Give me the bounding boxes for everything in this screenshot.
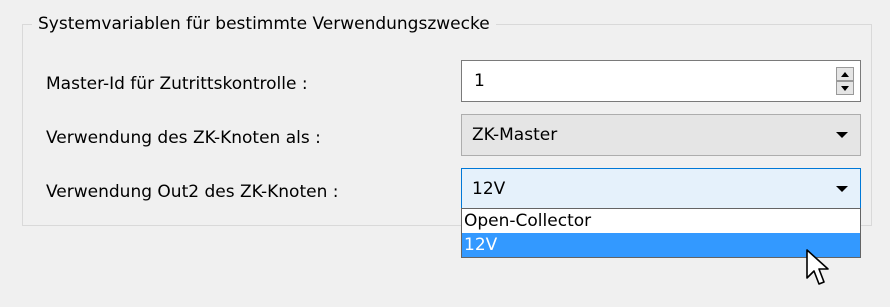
out2-dropdown-list: Open-Collector 12V [461, 208, 861, 258]
master-id-label: Master-Id für Zutrittskontrolle : [46, 74, 308, 94]
chevron-down-icon [836, 132, 848, 138]
spin-down-button[interactable] [836, 81, 854, 95]
zk-knoten-select[interactable]: ZK-Master [461, 114, 861, 156]
out2-selected-value: 12V [472, 179, 506, 199]
mouse-pointer-icon [806, 249, 829, 285]
zk-knoten-label: Verwendung des ZK-Knoten als : [46, 128, 321, 148]
zk-knoten-selected-value: ZK-Master [472, 125, 558, 145]
dropdown-option-open-collector[interactable]: Open-Collector [462, 209, 860, 233]
spin-buttons [836, 67, 854, 95]
caret-down-icon [841, 85, 849, 91]
dropdown-option-12v[interactable]: 12V [462, 233, 860, 257]
out2-select[interactable]: 12V [461, 168, 861, 210]
master-id-spinbox[interactable]: 1 [461, 60, 861, 102]
out2-label: Verwendung Out2 des ZK-Knoten : [46, 182, 339, 202]
groupbox-title: Systemvariablen für bestimmte Verwendung… [32, 12, 496, 36]
chevron-down-icon [836, 186, 848, 192]
master-id-input[interactable]: 1 [474, 69, 485, 93]
caret-up-icon [841, 71, 849, 77]
spin-up-button[interactable] [836, 67, 854, 81]
